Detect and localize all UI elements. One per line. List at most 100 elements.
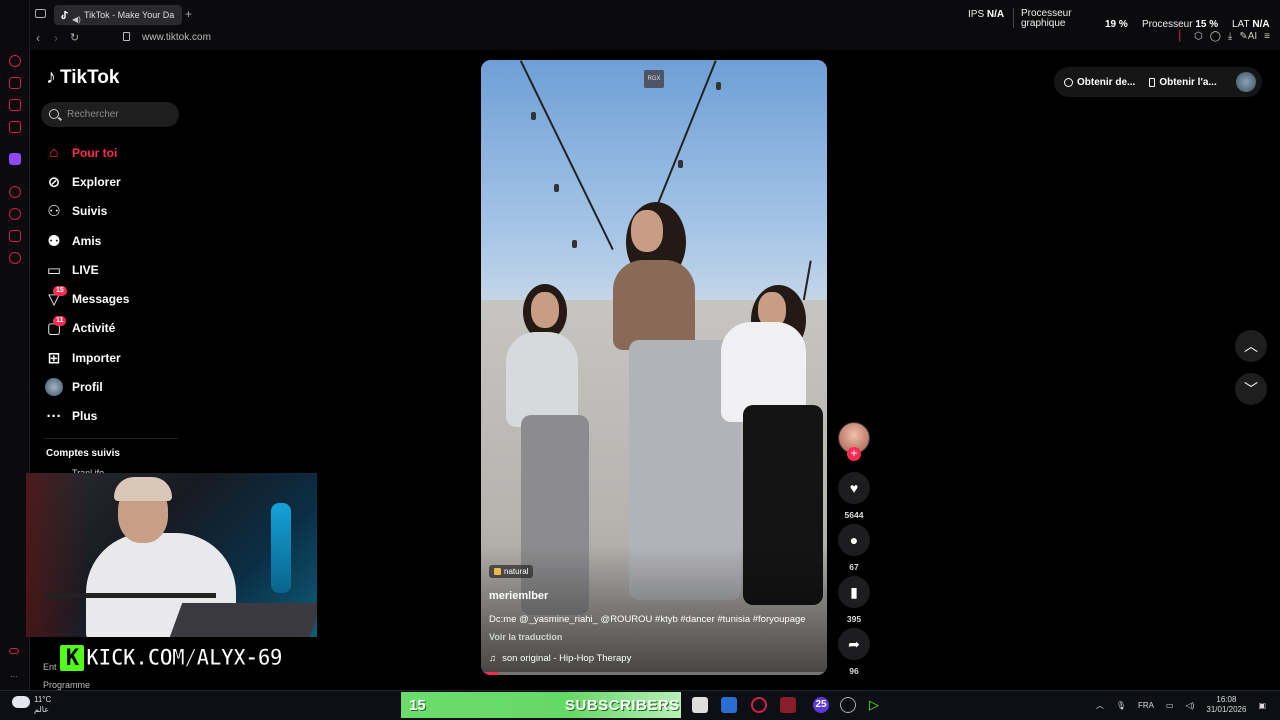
sidebar-history-icon[interactable]: [9, 55, 21, 67]
video-author[interactable]: meriemlber: [489, 590, 548, 602]
tiktok-logo[interactable]: ♪ TikTok: [46, 66, 119, 89]
language-indicator[interactable]: FRA: [1138, 701, 1154, 710]
cloud-icon: [12, 696, 30, 708]
next-video-button[interactable]: ﹀: [1235, 373, 1267, 405]
nav-item-activite[interactable]: ▢ 11 Activité: [44, 314, 184, 343]
browser-toolbar-right: ▏ ⬡ ◯ ⤓ ✎AI ≡: [1179, 31, 1270, 42]
top-right-actions: Obtenir de... Obtenir l'a...: [1054, 67, 1262, 97]
bulb: [554, 184, 559, 192]
steam-icon[interactable]: [840, 697, 856, 713]
download-icon[interactable]: ⤓: [1228, 31, 1232, 42]
share-action[interactable]: ➦ 96: [838, 628, 870, 676]
nav-item-importer[interactable]: ⊞ Importer: [44, 343, 184, 372]
microphone-icon[interactable]: 🎙: [1116, 701, 1126, 710]
video-app-icon[interactable]: [780, 697, 796, 713]
tab-manager-icon[interactable]: [35, 9, 46, 18]
get-app-button[interactable]: Obtenir l'a...: [1149, 76, 1217, 88]
address-bar: ‹ › ↻ www.tiktok.com: [30, 28, 1280, 50]
ai-icon[interactable]: ✎AI: [1239, 31, 1257, 42]
share-icon[interactable]: ➦: [838, 628, 870, 660]
sidebar-settings-icon[interactable]: [9, 252, 21, 264]
system-clock[interactable]: 16:08 31/01/2026: [1206, 695, 1246, 715]
forward-button[interactable]: ›: [54, 31, 58, 45]
extensions-icon[interactable]: ⬡: [1194, 31, 1203, 42]
notification-icon[interactable]: ▣: [1258, 701, 1266, 710]
system-tray: ︿ 🎙 FRA ▭ ◁) 16:08 31/01/2026 ▣: [1096, 695, 1266, 715]
sidebar-gx-icon[interactable]: [9, 648, 19, 654]
reload-button[interactable]: ↻: [70, 31, 79, 44]
opera-taskbar-icon[interactable]: [751, 697, 767, 713]
speaker-icon[interactable]: ◀): [72, 10, 81, 25]
menu-icon[interactable]: ≡: [1264, 31, 1270, 42]
user-avatar[interactable]: [1236, 72, 1256, 92]
nav-label: Plus: [72, 409, 98, 424]
get-app-label: Obtenir l'a...: [1159, 76, 1217, 88]
new-tab-button[interactable]: +: [185, 7, 192, 21]
sidebar-clock-icon[interactable]: [9, 208, 21, 220]
music-note-icon: ♫: [489, 653, 497, 664]
weather-temp: 11°C: [34, 695, 52, 704]
sidebar-app-icon[interactable]: [9, 121, 21, 133]
like-action[interactable]: ♥ 5644: [838, 472, 870, 520]
friends-icon: ⚉: [47, 232, 61, 250]
follow-plus-button[interactable]: +: [847, 447, 861, 461]
tiktok-nav: ⌂ Pour toi ⊘ Explorer ⚇ Suivis ⚉ Amis ▭ …: [44, 138, 184, 431]
video-music[interactable]: ♫ son original - Hip-Hop Therapy: [489, 653, 631, 664]
tag-label: natural: [504, 567, 529, 576]
bookmark-icon[interactable]: ▮: [838, 576, 870, 608]
live-tv-icon: ▭: [46, 261, 62, 279]
sidebar-bag-icon[interactable]: [9, 77, 21, 89]
browser-tabbar: ◀) TikTok - Make Your Da + IPS N/A Proce…: [0, 0, 1280, 32]
sidebar-more-icon[interactable]: ···: [10, 672, 18, 681]
notification-app-icon[interactable]: 25: [813, 697, 829, 713]
weather-sub: عالم: [34, 705, 49, 714]
nav-item-pour-toi[interactable]: ⌂ Pour toi: [44, 138, 184, 167]
video-tag-chip[interactable]: natural: [489, 565, 534, 578]
subscriber-label: SUBSCRIBERS: [565, 696, 680, 714]
network-icon[interactable]: ▭: [1166, 701, 1174, 710]
account-icon[interactable]: ◯: [1210, 31, 1221, 42]
vpn-icon[interactable]: ▏: [1179, 31, 1187, 42]
chevron-down-icon: ﹀: [1244, 381, 1258, 397]
nav-item-plus[interactable]: ··· Plus: [44, 402, 184, 431]
footer-programme[interactable]: Programme: [43, 680, 90, 690]
comment-icon[interactable]: ●: [838, 524, 870, 556]
tray-chevron-icon[interactable]: ︿: [1096, 700, 1104, 711]
nav-label: Messages: [72, 292, 130, 307]
url-field[interactable]: www.tiktok.com: [142, 32, 211, 43]
calendar-app-icon[interactable]: [692, 697, 708, 713]
search-input[interactable]: Rechercher: [41, 102, 179, 127]
sidebar-player-icon[interactable]: [9, 186, 21, 198]
footer-ent[interactable]: Ent: [43, 662, 57, 672]
volume-icon[interactable]: ◁): [1186, 701, 1195, 710]
back-button[interactable]: ‹: [36, 31, 40, 45]
chevron-up-icon: ︿: [1244, 338, 1258, 354]
sidebar-messenger-icon[interactable]: [9, 99, 21, 111]
mail-app-icon[interactable]: [721, 697, 737, 713]
video-progress[interactable]: [481, 672, 827, 675]
nav-item-messages[interactable]: ▽ 15 Messages: [44, 284, 184, 313]
translate-link[interactable]: Voir la traduction: [489, 632, 562, 642]
browser-tab-tiktok[interactable]: ◀) TikTok - Make Your Da: [54, 5, 182, 25]
sidebar-twitch-icon[interactable]: [9, 153, 21, 165]
previous-video-button[interactable]: ︿: [1235, 330, 1267, 362]
webcam-keyboard: [169, 603, 317, 637]
nav-item-profil[interactable]: Profil: [44, 372, 184, 401]
nav-item-live[interactable]: ▭ LIVE: [44, 255, 184, 284]
dancer-left-top: [506, 332, 578, 427]
nav-item-suivis[interactable]: ⚇ Suivis: [44, 197, 184, 226]
video-player[interactable]: RGX natural meriemlber Dc:me @_yasmine_r…: [481, 60, 827, 675]
nav-item-amis[interactable]: ⚉ Amis: [44, 226, 184, 255]
comment-action[interactable]: ● 67: [838, 524, 870, 572]
heart-icon[interactable]: ♥: [838, 472, 870, 504]
get-coins-label: Obtenir de...: [1077, 76, 1136, 88]
clock-date: 31/01/2026: [1206, 705, 1247, 714]
play-green-icon[interactable]: ▷: [869, 697, 885, 713]
activity-badge: 11: [53, 315, 67, 326]
bulb: [531, 112, 536, 120]
save-action[interactable]: ▮ 395: [838, 576, 870, 624]
get-coins-button[interactable]: Obtenir de...: [1064, 77, 1135, 88]
nav-item-explorer[interactable]: ⊘ Explorer: [44, 167, 184, 196]
video-watermark: RGX: [644, 70, 664, 88]
sidebar-cube-icon[interactable]: [9, 230, 21, 242]
